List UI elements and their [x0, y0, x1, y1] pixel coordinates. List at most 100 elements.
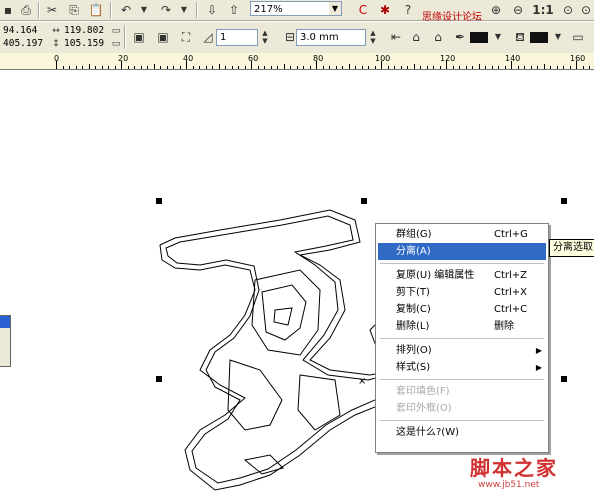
chevron-down-icon[interactable]: ▼ — [329, 2, 341, 15]
pen-nib-icon[interactable]: ✒ — [452, 29, 468, 45]
ruler-tick — [180, 66, 181, 69]
height-field[interactable]: 105.159 — [64, 37, 104, 50]
menu-item-shortcut: Ctrl+C — [494, 304, 528, 315]
horizontal-ruler[interactable]: 0 20 40 60 80 100 120 140 160 — [0, 53, 594, 70]
menu-item-delete[interactable]: 删除(L) 删除 — [378, 318, 546, 335]
options-icon[interactable]: ▭ — [570, 29, 586, 45]
ruler-tick — [303, 66, 304, 69]
outline-stepper[interactable]: ▲ ▼ — [368, 29, 378, 46]
menu-item-styles[interactable]: 样式(S) ▶ — [378, 359, 546, 376]
ruler-tick — [472, 66, 473, 69]
ruler-tick — [212, 66, 213, 69]
docker-window-edge[interactable] — [0, 315, 11, 367]
ruler-tick — [147, 66, 148, 69]
x-position-field[interactable]: 94.164 — [3, 24, 37, 37]
corel-icon[interactable]: ✱ — [377, 2, 393, 18]
undo-dropdown-icon[interactable]: ▼ — [136, 2, 152, 18]
glyph-outer-outline — [159, 209, 396, 491]
whats-this-icon[interactable]: ? — [400, 2, 416, 18]
ruler-tick — [576, 61, 577, 69]
redo-dropdown-icon[interactable]: ▼ — [176, 2, 192, 18]
outline-color-icon[interactable]: ⌂ — [430, 29, 446, 45]
zoom-fit-icon[interactable]: ⊙ — [560, 2, 576, 18]
ruler-tick — [108, 66, 109, 69]
selection-handle[interactable] — [156, 198, 162, 204]
selection-handle[interactable] — [361, 198, 367, 204]
magnet-icon[interactable]: C — [355, 2, 371, 18]
menu-item-group[interactable]: 群组(G) Ctrl+G — [378, 226, 546, 243]
property-bar: 94.164 405.197 ↔ ↕ 119.802 105.159 ▭ ▭ ▣… — [0, 21, 594, 54]
menu-item-whats-this[interactable]: 这是什么?(W) — [378, 424, 546, 441]
ruler-tick — [485, 66, 486, 69]
menu-item-arrange[interactable]: 排列(O) ▶ — [378, 342, 546, 359]
menu-item-copy[interactable]: 复制(C) Ctrl+C — [378, 301, 546, 318]
undo-icon[interactable]: ↶ — [118, 2, 134, 18]
export-icon[interactable]: ⇧ — [226, 2, 242, 18]
menu-item-label: 这是什么?(W) — [396, 427, 459, 438]
paste-icon[interactable]: 📋 — [88, 2, 104, 18]
ruler-tick — [154, 64, 155, 69]
ruler-tick — [128, 66, 129, 69]
print-icon[interactable]: ⎙ — [18, 2, 34, 18]
save-icon[interactable]: ▪ — [0, 2, 16, 18]
outline-color-swatch[interactable] — [470, 32, 488, 43]
ruler-tick — [518, 66, 519, 69]
redo-icon[interactable]: ↷ — [158, 2, 174, 18]
menu-item-shortcut: Ctrl+Z — [494, 270, 528, 281]
selection-handle[interactable] — [156, 376, 162, 382]
width-field[interactable]: 119.802 — [64, 24, 104, 37]
cut-icon[interactable]: ✂ — [44, 2, 60, 18]
corner-stepper[interactable]: ▲ ▼ — [260, 29, 270, 46]
zoom-one-to-one-button[interactable]: 1:1 — [532, 2, 554, 18]
align-icon[interactable]: ▣ — [131, 29, 147, 45]
menu-item-label: 套印外框(O) — [396, 403, 452, 414]
import-icon[interactable]: ⇩ — [204, 2, 220, 18]
ruler-tick — [531, 66, 532, 69]
ruler-tick — [102, 66, 103, 69]
zoom-level-select[interactable]: 217% ▼ — [250, 1, 342, 16]
ruler-tick — [355, 66, 356, 69]
glyph-stroke-inner — [297, 374, 341, 431]
chevron-down-icon[interactable]: ▼ — [490, 29, 506, 45]
ruler-tick — [550, 66, 551, 69]
menu-item-label: 复原(U) 编辑属性 — [396, 270, 475, 281]
ruler-tick — [82, 66, 83, 69]
zoom-in-icon[interactable]: ⊕ — [488, 2, 504, 18]
chevron-down-icon[interactable]: ▼ — [550, 29, 566, 45]
selection-handle[interactable] — [561, 376, 567, 382]
scale-icon[interactable]: ▭ — [108, 36, 124, 52]
menu-item-overprint-outline[interactable]: 套印外框(O) — [378, 400, 546, 417]
zoom-page-icon[interactable]: ⊙ — [578, 2, 594, 18]
corner-field[interactable]: 1 — [216, 29, 258, 46]
fill-bucket-icon[interactable]: ⛾ — [512, 29, 528, 45]
ruler-tick — [258, 66, 259, 69]
fill-color-swatch[interactable] — [530, 32, 548, 43]
ruler-tick — [141, 66, 142, 69]
fit-selection-icon[interactable]: ⛶ — [178, 29, 194, 45]
corner-icon[interactable]: ◿ — [200, 29, 216, 45]
ruler-tick — [401, 66, 402, 69]
center-icon[interactable]: ▣ — [155, 29, 171, 45]
ruler-tick — [563, 66, 564, 69]
menu-item-break-apart[interactable]: 分离(A) — [378, 243, 546, 260]
ruler-tick — [433, 66, 434, 69]
menu-item-label: 分离(A) — [396, 246, 431, 257]
outline-pen-icon[interactable]: ⌂ — [408, 29, 424, 45]
menu-item-cut[interactable]: 剪下(T) Ctrl+X — [378, 284, 546, 301]
ruler-tick — [583, 66, 584, 69]
glyph-stroke-inner — [251, 269, 321, 356]
ruler-label: 120 — [440, 54, 456, 63]
ruler-tick — [173, 66, 174, 69]
center-marker-icon: × — [358, 376, 366, 387]
outline-width-field[interactable]: 3.0 mm — [296, 29, 366, 46]
y-position-field[interactable]: 405.197 — [3, 37, 43, 50]
menu-item-overprint-fill[interactable]: 套印填色(F) — [378, 383, 546, 400]
arrow-start-icon[interactable]: ⇤ — [388, 29, 404, 45]
menu-item-undo[interactable]: 复原(U) 编辑属性 Ctrl+Z — [378, 267, 546, 284]
zoom-out-icon[interactable]: ⊖ — [510, 2, 526, 18]
ruler-label: 40 — [183, 54, 194, 63]
copy-icon[interactable]: ⎘ — [66, 2, 82, 18]
menu-item-shortcut: Ctrl+X — [494, 287, 528, 298]
ruler-tick — [349, 64, 350, 69]
selection-handle[interactable] — [561, 198, 567, 204]
